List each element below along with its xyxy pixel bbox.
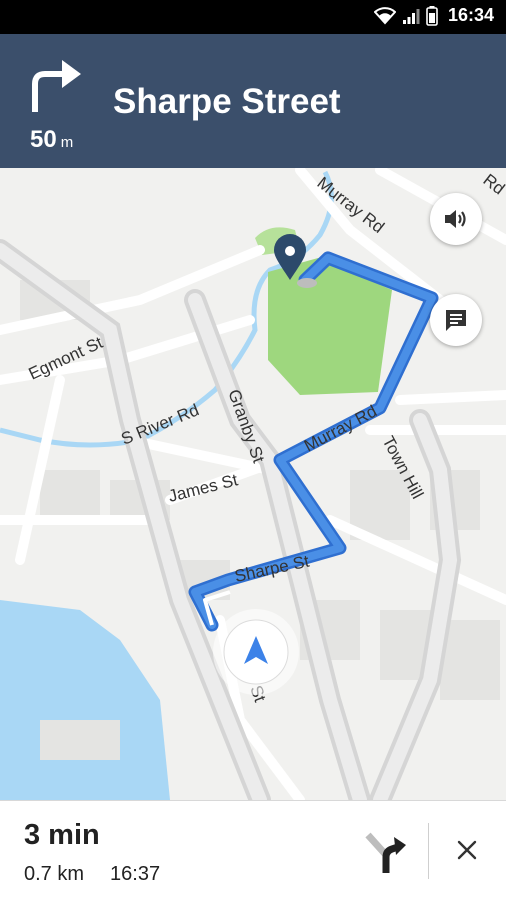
distance-value: 50 <box>30 126 57 153</box>
map-canvas[interactable]: Murray Rd Rd Egmont St S River Rd Granby… <box>0 168 506 800</box>
pin-shadow <box>297 278 317 288</box>
maneuver-distance: 50 m <box>30 126 73 154</box>
distance-unit: m <box>60 134 74 151</box>
remaining-distance: 0.7 km <box>24 863 85 885</box>
close-navigation-button[interactable] <box>452 835 482 865</box>
divider <box>428 823 429 879</box>
navigation-header[interactable]: 50 m Sharpe Street <box>0 34 506 168</box>
wifi-icon <box>373 6 396 24</box>
next-street-name: Sharpe Street <box>113 82 341 121</box>
status-time: 16:34 <box>447 5 494 25</box>
report-button[interactable] <box>430 294 482 346</box>
trip-summary-bar[interactable]: 3 min 0.7 km 16:37 <box>0 800 506 901</box>
status-bar: 16:34 <box>0 0 506 34</box>
sound-button[interactable] <box>430 193 482 245</box>
next-maneuver-icon <box>365 832 406 873</box>
arrival-time: 16:37 <box>110 863 161 885</box>
signal-icon <box>402 8 420 24</box>
close-icon <box>457 840 477 860</box>
message-icon <box>446 310 466 331</box>
trip-details: 0.7 km 16:37 <box>24 863 160 886</box>
turn-right-icon <box>32 60 81 112</box>
remaining-time: 3 min <box>24 819 100 851</box>
map-view[interactable]: Murray Rd Rd Egmont St S River Rd Granby… <box>0 168 506 800</box>
battery-icon <box>426 5 438 26</box>
volume-icon <box>445 210 466 228</box>
